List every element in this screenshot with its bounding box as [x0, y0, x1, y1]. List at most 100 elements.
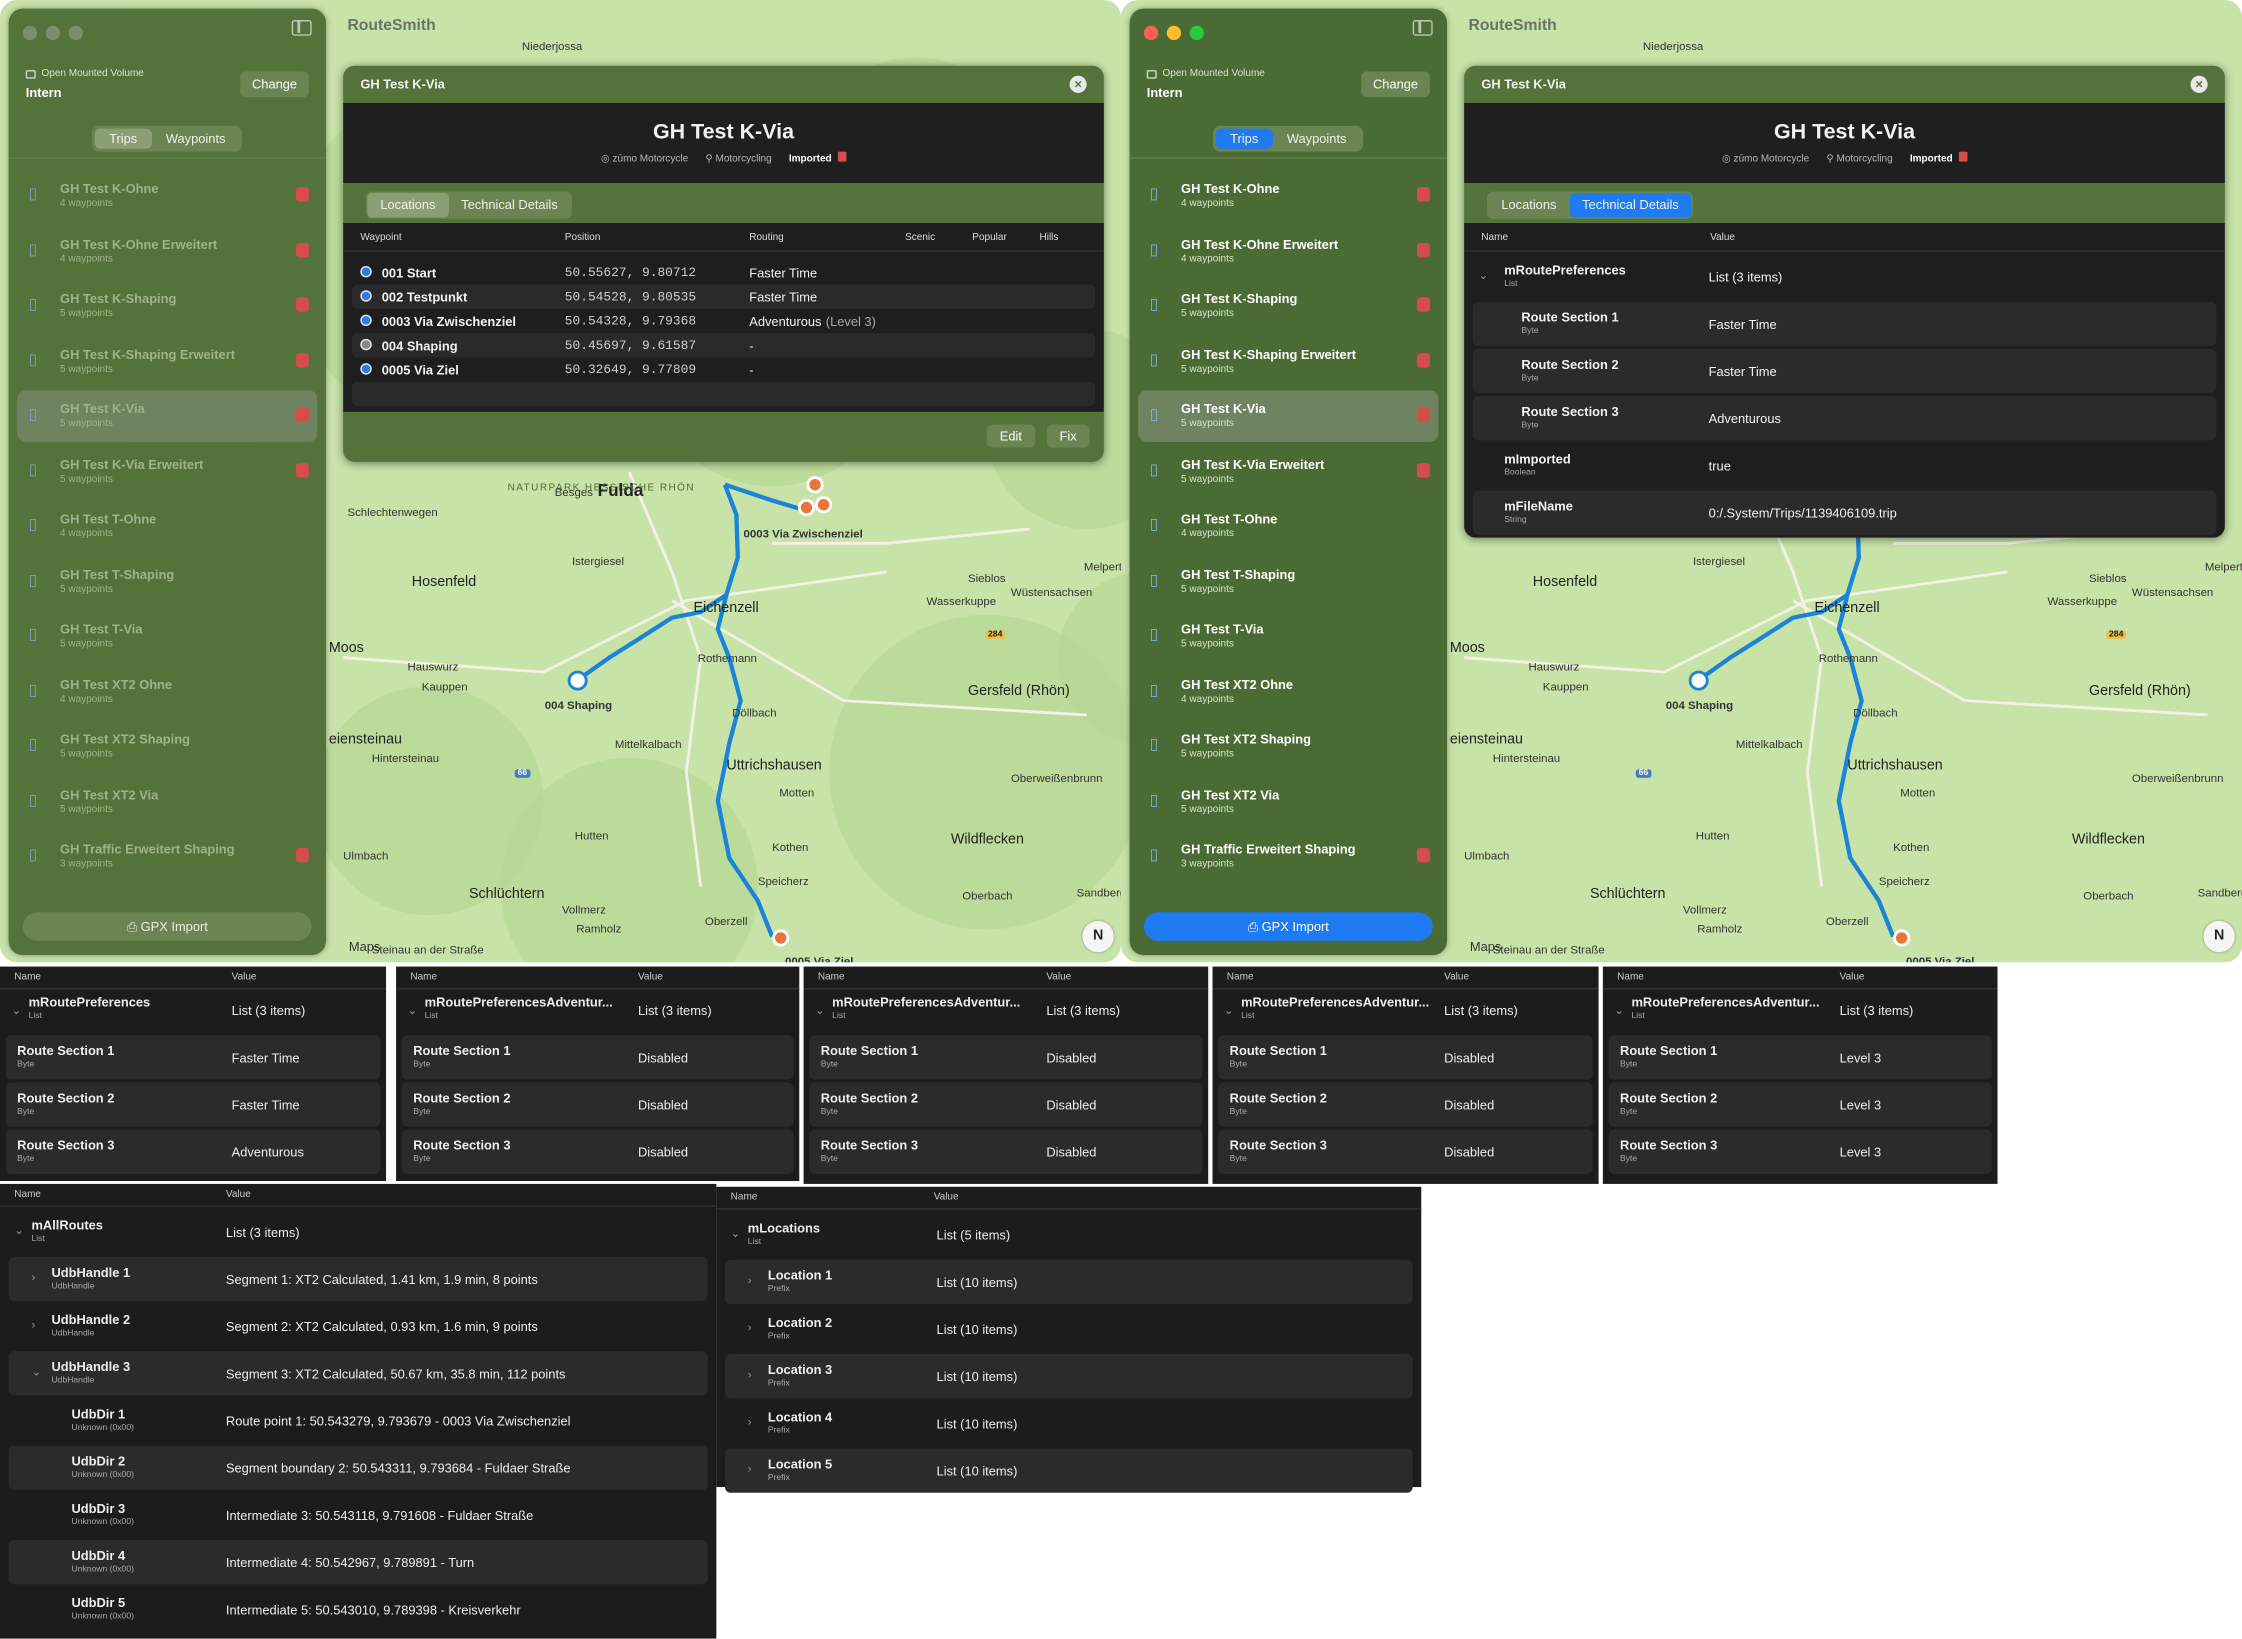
trip-list-item[interactable]: ▯ GH Traffic Erweitert Shaping 3 waypoints — [1138, 831, 1438, 882]
sidebar-toggle-icon[interactable] — [291, 20, 312, 36]
tree-row[interactable]: UdbDir 1 Unknown (0x00) Route point 1: 50.… — [9, 1398, 708, 1442]
tree-row[interactable]: ⌄ mLocations List List (5 items) — [725, 1213, 1413, 1257]
chevron-right-icon[interactable]: › — [748, 1321, 752, 1334]
tab-trips[interactable]: Trips — [94, 128, 152, 149]
preferences-row[interactable]: ⌄ mRoutePreferencesAdventur... List List (3… — [402, 989, 794, 1033]
column-header[interactable]: Position — [565, 233, 601, 243]
technical-row[interactable]: ⌄ mRoutePreferences List List (3 items) — [1473, 255, 2217, 299]
location-row[interactable]: 0003 Via Zwischenziel 50.54328, 9.79368 Ad… — [343, 309, 1104, 333]
trip-waypoint-toggle[interactable]: Trips Waypoints — [1212, 125, 1364, 152]
route-section-row[interactable]: Route Section 1 Byte Faster Time — [5, 1035, 381, 1080]
trip-list-item[interactable]: ▯ GH Test T-Ohne 4 waypoints — [17, 500, 317, 551]
preferences-row[interactable]: ⌄ mRoutePreferencesAdventur... List List (3… — [1218, 989, 1593, 1033]
trip-list-item[interactable]: ▯ GH Test XT2 Shaping 5 waypoints — [1138, 721, 1438, 772]
technical-row[interactable]: Route Section 1 Byte Faster Time — [1472, 301, 2217, 347]
trip-list-item[interactable]: ▯ GH Test K-Ohne Erweitert 4 waypoints — [1138, 225, 1438, 276]
column-header[interactable]: Name — [14, 1190, 41, 1200]
shaping-point-icon[interactable] — [567, 670, 588, 691]
route-section-row[interactable]: Route Section 2 Byte Disabled — [401, 1082, 794, 1127]
gpx-import-button[interactable]: ⎙ GPX Import — [1143, 912, 1433, 941]
map-pin-icon[interactable] — [797, 499, 816, 517]
column-header[interactable]: Scenic — [905, 233, 935, 243]
edit-button[interactable]: Edit — [986, 424, 1036, 448]
chevron-down-icon[interactable]: ⌄ — [11, 1004, 21, 1017]
chevron-down-icon[interactable]: ⌄ — [31, 1366, 41, 1379]
trip-waypoint-toggle[interactable]: Trips Waypoints — [91, 125, 243, 152]
route-section-row[interactable]: Route Section 2 Byte Disabled — [1218, 1082, 1593, 1127]
column-header[interactable]: Value — [934, 1192, 959, 1202]
chevron-down-icon[interactable]: ⌄ — [815, 1004, 825, 1017]
zoom-button[interactable] — [68, 25, 83, 41]
column-header[interactable]: Name — [1481, 233, 1508, 243]
tree-row[interactable]: › UdbHandle 1 UdbHandle Segment 1: XT2 Calc… — [8, 1256, 708, 1302]
change-button[interactable]: Change — [240, 71, 309, 98]
shaping-point-icon[interactable] — [1688, 670, 1709, 691]
column-header[interactable]: Name — [818, 972, 845, 982]
trip-list-item[interactable]: ▯ GH Test K-Ohne 4 waypoints — [17, 170, 317, 221]
tab-trips[interactable]: Trips — [1215, 128, 1273, 149]
tab-waypoints[interactable]: Waypoints — [1273, 129, 1361, 149]
gpx-import-button[interactable]: ⎙ GPX Import — [22, 912, 312, 941]
minimize-button[interactable] — [1166, 25, 1182, 41]
route-section-row[interactable]: Route Section 3 Byte Disabled — [401, 1129, 794, 1174]
tab-waypoints[interactable]: Waypoints — [152, 129, 240, 149]
preferences-row[interactable]: ⌄ mRoutePreferencesAdventur... List List (3… — [1609, 989, 1992, 1033]
trip-list-item[interactable]: ▯ GH Test T-Via 5 waypoints — [17, 611, 317, 662]
tree-row[interactable]: ⌄ mAllRoutes List List (3 items) — [9, 1210, 708, 1254]
trip-list-item[interactable]: ▯ GH Test K-Ohne 4 waypoints — [1138, 170, 1438, 221]
route-section-row[interactable]: Route Section 2 Byte Level 3 — [1608, 1082, 1992, 1127]
technical-row[interactable]: Route Section 3 Byte Adventurous — [1472, 396, 2217, 441]
tree-row[interactable]: › Location 4 Prefix List (10 items) — [725, 1401, 1413, 1445]
minimize-button[interactable] — [45, 25, 61, 41]
column-header[interactable]: Routing — [749, 233, 784, 243]
map-pin-icon[interactable] — [1893, 929, 1911, 947]
location-row[interactable]: 0005 Via Ziel 50.32649, 9.77809 - — [343, 357, 1104, 381]
chevron-down-icon[interactable]: ⌄ — [1478, 269, 1488, 282]
chevron-right-icon[interactable]: › — [748, 1274, 752, 1287]
column-header[interactable]: Name — [1227, 972, 1254, 982]
trip-list-item[interactable]: ▯ GH Test XT2 Ohne 4 waypoints — [1138, 666, 1438, 717]
fix-button[interactable]: Fix — [1046, 424, 1090, 448]
tab-technical-details[interactable]: Technical Details — [448, 193, 570, 217]
route-section-row[interactable]: Route Section 3 Byte Disabled — [809, 1129, 1203, 1174]
compass-button[interactable]: N — [2203, 920, 2235, 953]
route-section-row[interactable]: Route Section 1 Byte Disabled — [1218, 1035, 1593, 1080]
trip-list-item[interactable]: ▯ GH Test K-Via 5 waypoints — [17, 390, 318, 442]
location-row[interactable]: 002 Testpunkt 50.54528, 9.80535 Faster Tim… — [351, 284, 1096, 309]
tree-row[interactable]: UdbDir 3 Unknown (0x00) Intermediate 3: 50… — [9, 1493, 708, 1537]
route-section-row[interactable]: Route Section 3 Byte Adventurous — [5, 1129, 381, 1174]
trip-list-item[interactable]: ▯ GH Test XT2 Shaping 5 waypoints — [17, 721, 317, 772]
route-section-row[interactable]: Route Section 1 Byte Level 3 — [1608, 1035, 1992, 1080]
route-section-row[interactable]: Route Section 1 Byte Disabled — [809, 1035, 1203, 1080]
column-header[interactable]: Popular — [972, 233, 1007, 243]
map-pin-icon[interactable] — [815, 496, 833, 514]
column-header[interactable]: Waypoint — [360, 233, 401, 243]
detail-tab-control[interactable]: Locations Technical Details — [1487, 191, 1694, 219]
zoom-button[interactable] — [1189, 25, 1204, 41]
technical-row[interactable]: mImported Boolean true — [1473, 443, 2217, 487]
trip-list-item[interactable]: ▯ GH Test K-Via Erweitert 5 waypoints — [1138, 445, 1438, 496]
change-button[interactable]: Change — [1361, 71, 1430, 98]
technical-row[interactable]: Route Section 2 Byte Faster Time — [1472, 348, 2217, 394]
chevron-right-icon[interactable]: › — [748, 1416, 752, 1429]
column-header[interactable]: Value — [1710, 233, 1735, 243]
compass-button[interactable]: N — [1082, 920, 1114, 953]
chevron-down-icon[interactable]: ⌄ — [1614, 1004, 1624, 1017]
map-pin-icon[interactable] — [806, 476, 824, 494]
chevron-right-icon[interactable]: › — [748, 1463, 752, 1476]
sidebar-toggle-icon[interactable] — [1412, 20, 1433, 36]
column-header[interactable]: Value — [638, 972, 663, 982]
trip-list-item[interactable]: ▯ GH Test K-Shaping 5 waypoints — [17, 280, 317, 331]
tab-locations[interactable]: Locations — [367, 193, 449, 218]
tab-locations[interactable]: Locations — [1488, 193, 1569, 217]
trip-list-item[interactable]: ▯ GH Test XT2 Ohne 4 waypoints — [17, 666, 317, 717]
column-header[interactable]: Name — [1617, 972, 1644, 982]
chevron-down-icon[interactable]: ⌄ — [731, 1227, 741, 1240]
close-button[interactable] — [22, 25, 38, 41]
column-header[interactable]: Value — [226, 1190, 251, 1200]
tree-row[interactable]: UdbDir 5 Unknown (0x00) Intermediate 5: 50… — [9, 1587, 708, 1631]
trip-list-item[interactable]: ▯ GH Test T-Via 5 waypoints — [1138, 611, 1438, 662]
column-header[interactable]: Value — [1046, 972, 1071, 982]
technical-row[interactable]: mFileName String 0:/.System/Trips/11394061… — [1472, 490, 2217, 535]
route-section-row[interactable]: Route Section 1 Byte Disabled — [401, 1035, 794, 1080]
